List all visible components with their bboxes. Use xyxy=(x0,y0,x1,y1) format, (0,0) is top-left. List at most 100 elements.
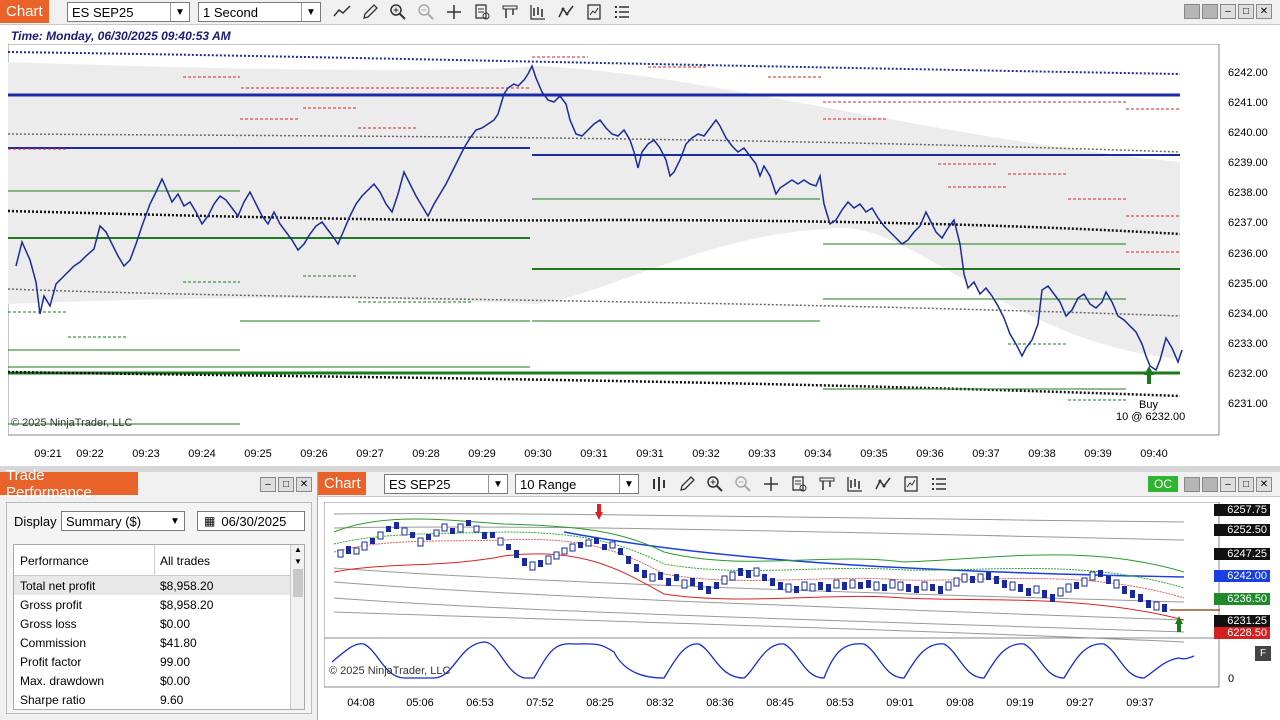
indicators-icon[interactable] xyxy=(872,474,894,494)
close-icon[interactable]: ✕ xyxy=(1256,477,1272,492)
interval-selector[interactable]: 1 Second ▼ xyxy=(198,2,321,22)
bottom-price-plot[interactable] xyxy=(324,502,1220,688)
table-row[interactable]: Total net profit $8,958.20 xyxy=(14,576,290,595)
bar-style-icon[interactable] xyxy=(648,474,670,494)
tile-icon[interactable] xyxy=(1202,477,1218,492)
price-axis-label: 6232.00 xyxy=(1228,368,1268,380)
list-icon[interactable] xyxy=(928,474,950,494)
close-icon[interactable]: ✕ xyxy=(296,477,312,492)
time-axis-label: 07:52 xyxy=(526,697,554,709)
time-axis-label: 05:06 xyxy=(406,697,434,709)
price-axis-label: 6234.00 xyxy=(1228,308,1268,320)
time-axis-label: 09:08 xyxy=(946,697,974,709)
data-series-icon[interactable] xyxy=(527,2,549,22)
display-selector[interactable]: Summary ($) ▼ xyxy=(61,511,185,531)
calendar-icon: ▦ xyxy=(204,514,216,528)
bottom-interval-selector[interactable]: 10 Range ▼ xyxy=(515,474,639,494)
row-value: 99.00 xyxy=(160,654,191,669)
trade-performance-tab[interactable]: Trade Performance xyxy=(0,467,138,501)
zoom-in-icon[interactable] xyxy=(704,474,726,494)
price-axis-label: 6236.00 xyxy=(1228,248,1268,260)
minimize-icon[interactable]: – xyxy=(1220,477,1236,492)
time-axis-label: 09:33 xyxy=(748,448,776,460)
row-value: $0.00 xyxy=(160,616,191,631)
properties-icon[interactable] xyxy=(471,2,493,22)
date-value: 06/30/2025 xyxy=(221,513,287,529)
time-axis-label: 09:27 xyxy=(356,448,384,460)
tile-icon[interactable] xyxy=(1184,477,1200,492)
zoom-in-icon[interactable] xyxy=(387,2,409,22)
top-chart-tab[interactable]: Chart xyxy=(0,0,49,23)
oc-button[interactable]: OC xyxy=(1148,476,1178,492)
minimize-icon[interactable]: – xyxy=(1220,4,1236,19)
scroll-down-icon[interactable]: ▼ xyxy=(291,557,304,569)
display-value: Summary ($) xyxy=(66,513,142,529)
maximize-icon[interactable]: □ xyxy=(1238,477,1254,492)
instrument-value: ES SEP25 xyxy=(389,476,451,492)
templates-icon[interactable] xyxy=(499,2,521,22)
data-series-icon[interactable] xyxy=(844,474,866,494)
price-tag: 6236.50 xyxy=(1214,593,1270,605)
row-label: Gross loss xyxy=(20,616,77,631)
indicators-icon[interactable] xyxy=(555,2,577,22)
scroll-thumb[interactable] xyxy=(293,569,303,597)
vertical-scrollbar[interactable]: ▲ ▼ xyxy=(290,545,304,709)
close-icon[interactable]: ✕ xyxy=(1256,4,1272,19)
pencil-icon[interactable] xyxy=(359,2,381,22)
table-row[interactable]: Sharpe ratio 9.60 xyxy=(14,690,290,709)
row-label: Max. drawdown xyxy=(20,673,105,688)
row-value: $8,958.20 xyxy=(160,578,214,593)
time-axis-label: 09:34 xyxy=(804,448,832,460)
pencil-icon[interactable] xyxy=(676,474,698,494)
maximize-icon[interactable]: □ xyxy=(1238,4,1254,19)
chart-time-label: Time: Monday, 06/30/2025 09:40:53 AM xyxy=(11,29,231,43)
time-axis-label: 06:53 xyxy=(466,697,494,709)
bottom-instrument-selector[interactable]: ES SEP25 ▼ xyxy=(384,474,508,494)
price-axis-label: 6240.00 xyxy=(1228,127,1268,139)
templates-icon[interactable] xyxy=(816,474,838,494)
zoom-out-icon[interactable] xyxy=(732,474,754,494)
scroll-up-icon[interactable]: ▲ xyxy=(291,545,304,557)
time-axis-label: 09:01 xyxy=(886,697,914,709)
time-axis-label: 09:38 xyxy=(1028,448,1056,460)
crosshair-icon[interactable] xyxy=(443,2,465,22)
top-price-plot[interactable] xyxy=(8,44,1220,436)
time-axis-label: 09:39 xyxy=(1084,448,1112,460)
row-label: Sharpe ratio xyxy=(20,692,86,707)
time-axis-label: 09:21 xyxy=(34,448,62,460)
date-picker[interactable]: ▦ 06/30/2025 xyxy=(197,511,305,531)
properties-icon[interactable] xyxy=(788,474,810,494)
maximize-icon[interactable]: □ xyxy=(278,477,294,492)
tile-icon[interactable] xyxy=(1184,4,1200,19)
bottom-chart-tab[interactable]: Chart xyxy=(318,472,366,495)
f-button[interactable]: F xyxy=(1255,646,1271,661)
price-axis-label: 6242.00 xyxy=(1228,67,1268,79)
time-axis-label: 08:32 xyxy=(646,697,674,709)
top-chart-window: Chart ES SEP25 ▼ 1 Second ▼ – □ ✕ Time: … xyxy=(0,0,1280,466)
line-chart-icon[interactable] xyxy=(331,2,353,22)
col-header-performance[interactable]: Performance xyxy=(20,554,89,568)
col-header-all-trades[interactable]: All trades xyxy=(160,554,210,568)
price-tag: 6242.00 xyxy=(1214,570,1270,582)
list-icon[interactable] xyxy=(611,2,633,22)
strategies-icon[interactable] xyxy=(583,2,605,22)
time-axis-label: 09:37 xyxy=(1126,697,1154,709)
row-label: Profit factor xyxy=(20,654,82,669)
zoom-out-icon[interactable] xyxy=(415,2,437,22)
price-axis-label: 6231.00 xyxy=(1228,398,1268,410)
strategies-icon[interactable] xyxy=(900,474,922,494)
table-row[interactable]: Profit factor 99.00 xyxy=(14,652,290,671)
table-row[interactable]: Gross loss $0.00 xyxy=(14,614,290,633)
time-axis-label: 09:36 xyxy=(916,448,944,460)
table-row[interactable]: Gross profit $8,958.20 xyxy=(14,595,290,614)
time-axis-label: 08:45 xyxy=(766,697,794,709)
time-axis-label: 09:23 xyxy=(132,448,160,460)
minimize-icon[interactable]: – xyxy=(260,477,276,492)
buy-detail-label: 10 @ 6232.00 xyxy=(1116,411,1186,423)
crosshair-icon[interactable] xyxy=(760,474,782,494)
time-axis-label: 09:25 xyxy=(244,448,272,460)
table-row[interactable]: Max. drawdown $0.00 xyxy=(14,671,290,690)
instrument-selector[interactable]: ES SEP25 ▼ xyxy=(67,2,190,22)
tile-icon[interactable] xyxy=(1202,4,1218,19)
table-row[interactable]: Commission $41.80 xyxy=(14,633,290,652)
